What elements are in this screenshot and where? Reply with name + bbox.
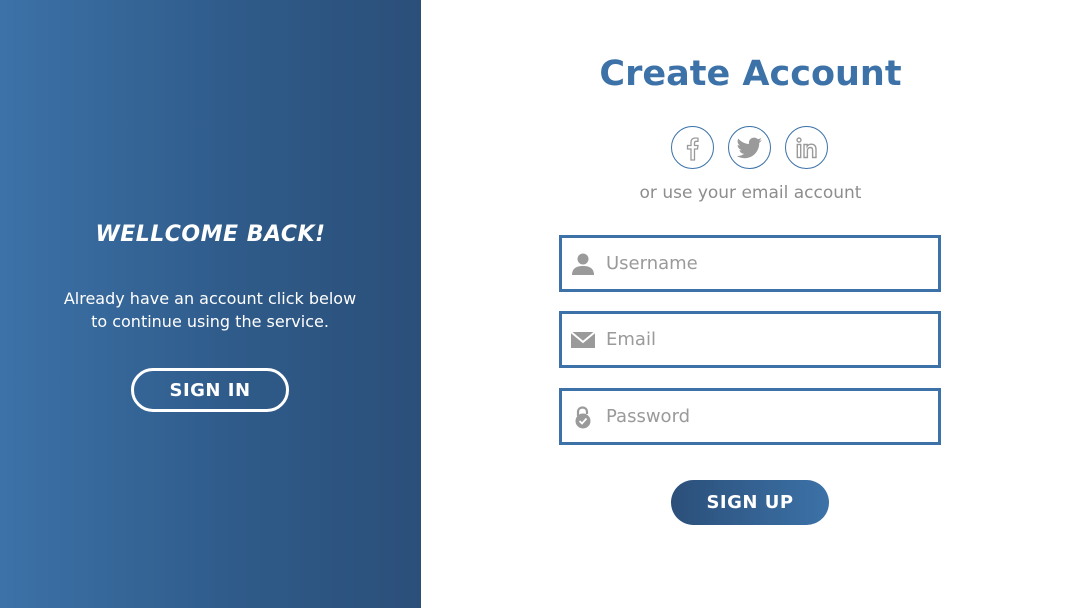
twitter-button[interactable] — [728, 126, 771, 169]
welcome-text: Already have an account click below to c… — [63, 289, 357, 331]
envelope-icon — [570, 331, 596, 348]
page-title: Create Account — [599, 54, 902, 94]
lock-icon — [575, 406, 591, 429]
sign-up-button[interactable]: SIGN UP — [671, 480, 829, 525]
facebook-icon — [686, 136, 699, 161]
password-field[interactable] — [559, 388, 941, 445]
linkedin-icon — [795, 136, 817, 158]
sign-in-button[interactable]: SIGN IN — [131, 368, 289, 412]
username-field[interactable] — [559, 235, 941, 292]
password-input[interactable] — [606, 391, 936, 442]
facebook-button[interactable] — [671, 126, 714, 169]
twitter-icon — [736, 137, 762, 158]
email-field[interactable] — [559, 311, 941, 368]
username-input[interactable] — [606, 238, 936, 289]
welcome-panel: Wellcome Back! Already have an account c… — [0, 0, 421, 608]
linkedin-button[interactable] — [785, 126, 828, 169]
social-login-row — [671, 126, 831, 170]
email-option-text: or use your email account — [639, 183, 862, 203]
user-icon — [572, 253, 594, 275]
welcome-title: Wellcome Back! — [95, 222, 326, 247]
create-account-panel: Create Account or use your email account — [421, 0, 1080, 608]
email-input[interactable] — [606, 314, 936, 365]
